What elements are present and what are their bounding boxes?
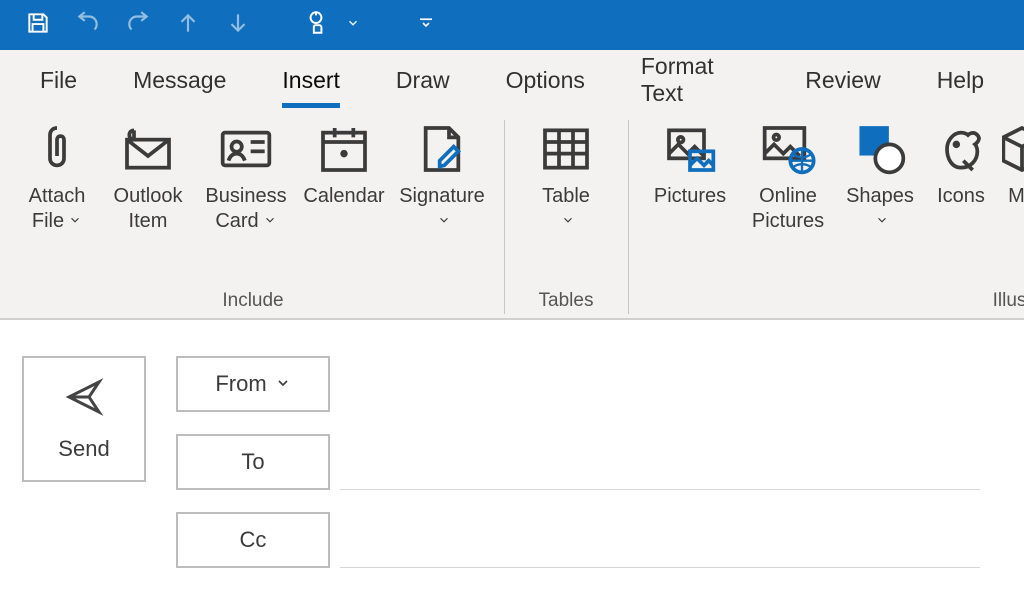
online-pictures-button[interactable]: Online Pictures [742, 116, 834, 290]
icons-button[interactable]: Icons [926, 116, 996, 290]
online-pictures-icon [760, 121, 816, 182]
tab-review[interactable]: Review [777, 61, 908, 100]
to-input[interactable] [340, 488, 980, 490]
paperclip-icon [29, 121, 85, 182]
tab-label: File [40, 67, 77, 93]
cube-icon [1002, 121, 1024, 182]
ribbon-group-label: Include [222, 290, 283, 318]
shapes-icon [852, 121, 908, 182]
button-label: Business [205, 184, 286, 209]
business-card-icon [218, 121, 274, 182]
chevron-down-icon [875, 209, 889, 234]
tab-draw[interactable]: Draw [368, 61, 478, 100]
button-label: Signature [399, 184, 485, 209]
next-item-button[interactable] [218, 5, 258, 45]
outlook-item-icon [120, 121, 176, 182]
chevron-down-icon [437, 209, 451, 234]
header-fields: From To Cc [176, 356, 980, 568]
save-button[interactable] [18, 5, 58, 45]
chevron-down-icon [68, 209, 82, 234]
ribbon-body: Attach File Outlook Item Business [0, 110, 1024, 320]
send-label: Send [58, 436, 109, 462]
to-label: To [241, 449, 264, 475]
chevron-down-icon [561, 209, 575, 234]
calendar-button[interactable]: Calendar [298, 116, 390, 290]
signature-button[interactable]: Signature [396, 116, 488, 290]
ribbon-group-label: Tables [539, 290, 594, 318]
tab-label: Message [133, 67, 226, 93]
ribbon-tabs: File Message Insert Draw Options Format … [0, 50, 1024, 110]
button-label: Table [542, 184, 590, 209]
from-label: From [215, 371, 266, 397]
touch-mode-button[interactable] [296, 5, 336, 45]
chevron-down-icon [263, 209, 277, 234]
attach-file-button[interactable]: Attach File [18, 116, 96, 290]
signature-icon [414, 121, 470, 182]
ribbon-group-label: Illustr [993, 290, 1024, 318]
pictures-icon [662, 121, 718, 182]
button-label: Icons [937, 184, 985, 209]
undo-button[interactable] [68, 5, 108, 45]
button-label: Shapes [846, 184, 914, 209]
tab-insert[interactable]: Insert [254, 61, 368, 100]
shapes-button[interactable]: Shapes [840, 116, 920, 290]
to-button[interactable]: To [176, 434, 330, 490]
table-button[interactable]: Table [520, 116, 612, 290]
button-label: Mo [1008, 184, 1024, 209]
button-label: Outlook [114, 184, 183, 209]
tab-label: Review [805, 67, 880, 93]
chevron-down-icon[interactable] [346, 16, 360, 35]
button-label: Calendar [303, 184, 384, 209]
3d-models-button[interactable]: Mo [1002, 116, 1024, 290]
touch-icon [303, 10, 329, 41]
compose-area: Send From To Cc [0, 320, 1024, 568]
tab-help[interactable]: Help [909, 61, 1012, 100]
redo-button[interactable] [118, 5, 158, 45]
table-icon [538, 121, 594, 182]
arrow-down-icon [225, 10, 251, 41]
undo-icon [75, 10, 101, 41]
send-icon [64, 377, 104, 422]
ribbon-group-include: Attach File Outlook Item Business [2, 116, 504, 318]
tab-label: Insert [282, 67, 340, 93]
from-button[interactable]: From [176, 356, 330, 412]
tab-label: Help [937, 67, 984, 93]
arrow-up-icon [175, 10, 201, 41]
outlook-item-button[interactable]: Outlook Item [102, 116, 194, 290]
redo-icon [125, 10, 151, 41]
ribbon-group-tables: Table Tables [504, 116, 628, 318]
customize-qat-button[interactable] [406, 5, 446, 45]
button-label: Attach [29, 184, 86, 209]
button-label: Online [759, 184, 817, 209]
icons-icon [933, 121, 989, 182]
tab-label: Options [506, 67, 585, 93]
tab-options[interactable]: Options [478, 61, 613, 100]
calendar-icon [316, 121, 372, 182]
pictures-button[interactable]: Pictures [644, 116, 736, 290]
save-icon [25, 10, 51, 41]
tab-message[interactable]: Message [105, 61, 254, 100]
tab-label: Format Text [641, 53, 714, 106]
button-label: Pictures [752, 209, 824, 234]
button-label: Card [215, 210, 258, 232]
cc-input[interactable] [340, 566, 980, 568]
send-button[interactable]: Send [22, 356, 146, 482]
cc-label: Cc [240, 527, 267, 553]
cc-button[interactable]: Cc [176, 512, 330, 568]
chevron-down-icon [275, 371, 291, 397]
quick-access-toolbar [0, 0, 1024, 50]
previous-item-button[interactable] [168, 5, 208, 45]
button-label: Item [129, 209, 168, 234]
button-label: File [32, 210, 64, 232]
tab-format-text[interactable]: Format Text [613, 47, 777, 113]
tab-file[interactable]: File [12, 61, 105, 100]
ribbon-group-illustrations: Pictures Online Pictures Shapes [628, 116, 1024, 318]
tab-label: Draw [396, 67, 450, 93]
business-card-button[interactable]: Business Card [200, 116, 292, 290]
button-label: Pictures [654, 184, 726, 209]
customize-icon [417, 14, 435, 37]
